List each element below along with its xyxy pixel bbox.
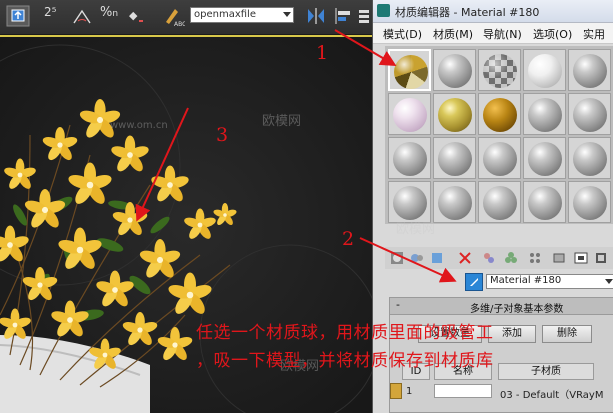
arrow-1 [334, 29, 397, 67]
arrow-3 [135, 107, 189, 222]
annotation-number-3: 3 [216, 124, 229, 146]
annotation-number-1: 1 [316, 42, 329, 64]
annotation-number-2: 2 [342, 228, 355, 250]
instruction-caption-line-2: ，吸一下模型，并将材质保存到材质库 [196, 351, 494, 371]
instruction-caption-line-1: 任选一个材质球，用材质里面的吸管工 [196, 323, 494, 343]
arrow-2 [359, 237, 457, 283]
